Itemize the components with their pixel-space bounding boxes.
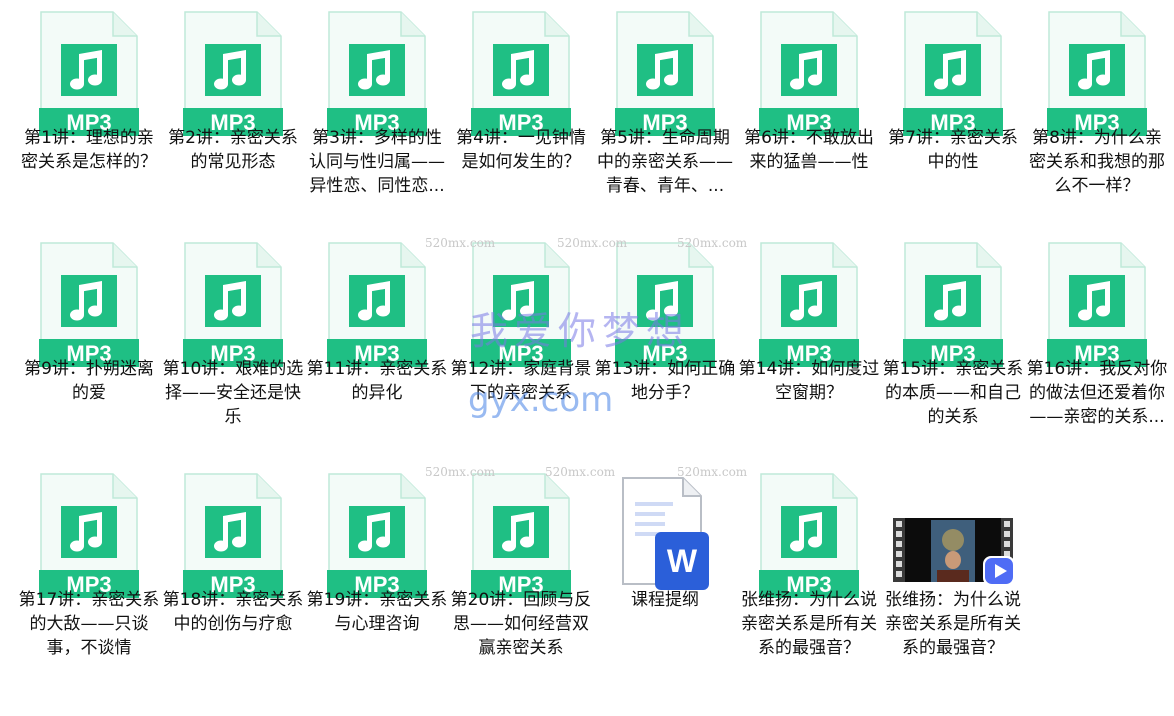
file-icon: MP3: [39, 472, 139, 598]
mp3-file-icon: MP3: [759, 11, 859, 136]
file-icon: MP3: [183, 241, 283, 367]
file-icon: MP3: [39, 10, 139, 136]
file-icon: MP3: [471, 472, 571, 598]
file-item[interactable]: MP3 第17讲：亲密关系的大敌——只谈事，不谈情: [17, 462, 161, 692]
file-item[interactable]: MP3 第14讲：如何度过空窗期？: [737, 231, 881, 461]
file-icon: MP3: [759, 472, 859, 598]
file-icon: MP3: [183, 10, 283, 136]
file-icon: MP3: [327, 472, 427, 598]
mp3-file-icon: MP3: [471, 242, 571, 367]
file-icon: MP3: [903, 10, 1003, 136]
file-icon: MP3: [471, 10, 571, 136]
mp3-file-icon: MP3: [1047, 11, 1147, 136]
file-item[interactable]: MP3 第20讲：回顾与反思——如何经营双赢亲密关系: [449, 462, 593, 692]
file-item[interactable]: MP3 第8讲：为什么亲密关系和我想的那么不一样？: [1025, 0, 1169, 230]
file-item[interactable]: MP3 第10讲：艰难的选择——安全还是快乐: [161, 231, 305, 461]
mp3-file-icon: MP3: [759, 473, 859, 598]
mp3-file-icon: MP3: [615, 11, 715, 136]
file-item[interactable]: MP3 第7讲：亲密关系中的性: [881, 0, 1025, 230]
file-name-label: 第4讲：一见钟情是如何发生的？: [456, 128, 586, 172]
mp3-file-icon: MP3: [183, 473, 283, 598]
file-name-label: 第14讲：如何度过空窗期？: [738, 359, 880, 403]
mp3-file-icon: MP3: [327, 242, 427, 367]
file-grid: MP3 第1讲：理想的亲密关系是怎样的？ MP3 第2讲：亲密关系的常见形态 MP3 第3…: [0, 0, 1174, 716]
file-name-label: 第2讲：亲密关系的常见形态: [168, 128, 298, 172]
file-name-label: 第18讲：亲密关系中的创伤与疗愈: [162, 590, 304, 634]
file-item[interactable]: MP3 第4讲：一见钟情是如何发生的？: [449, 0, 593, 230]
file-name-label: 第19讲：亲密关系与心理咨询: [306, 590, 448, 634]
file-item[interactable]: MP3 第13讲：如何正确地分手？: [593, 231, 737, 461]
file-icon: [893, 472, 1015, 598]
mp3-file-icon: MP3: [183, 11, 283, 136]
mp3-file-icon: MP3: [39, 242, 139, 367]
file-item[interactable]: MP3 第16讲：我反对你的做法但还爱着你——亲密的关系...: [1025, 231, 1169, 461]
file-item[interactable]: MP3 第12讲：家庭背景下的亲密关系: [449, 231, 593, 461]
file-name-label: 张维扬：为什么说亲密关系是所有关系的最强音？: [741, 590, 877, 658]
mp3-file-icon: MP3: [759, 242, 859, 367]
file-name-label: 第5讲：生命周期中的亲密关系——青春、青年、...: [597, 128, 733, 196]
file-name-label: 第15讲：亲密关系的本质——和自己的关系: [882, 359, 1024, 427]
file-name-label: 第16讲：我反对你的做法但还爱着你——亲密的关系...: [1026, 359, 1168, 427]
file-item[interactable]: MP3 第9讲：扑朔迷离的爱: [17, 231, 161, 461]
file-icon: MP3: [1047, 241, 1147, 367]
file-name-label: 第6讲：不敢放出来的猛兽——性: [744, 128, 874, 172]
file-item[interactable]: MP3 第1讲：理想的亲密关系是怎样的？: [17, 0, 161, 230]
file-icon: MP3: [615, 10, 715, 136]
file-item[interactable]: MP3 第18讲：亲密关系中的创伤与疗愈: [161, 462, 305, 692]
file-item[interactable]: MP3 第3讲：多样的性认同与性归属——异性恋、同性恋...: [305, 0, 449, 230]
svg-text:W: W: [667, 543, 698, 579]
file-icon: MP3: [615, 241, 715, 367]
file-name-label: 第1讲：理想的亲密关系是怎样的？: [21, 128, 157, 172]
file-name-label: 第13讲：如何正确地分手？: [594, 359, 736, 403]
file-name-label: 第11讲：亲密关系的异化: [306, 359, 448, 403]
mp3-file-icon: MP3: [903, 242, 1003, 367]
file-name-label: 第8讲：为什么亲密关系和我想的那么不一样？: [1029, 128, 1165, 196]
file-name-label: 第12讲：家庭背景下的亲密关系: [450, 359, 592, 403]
file-name-label: 第3讲：多样的性认同与性归属——异性恋、同性恋...: [309, 128, 445, 196]
video-thumbnail-icon: [893, 518, 1015, 586]
file-name-label: 第7讲：亲密关系中的性: [888, 128, 1018, 172]
file-item[interactable]: MP3 第2讲：亲密关系的常见形态: [161, 0, 305, 230]
file-name-label: 第9讲：扑朔迷离的爱: [24, 359, 154, 403]
file-name-label: 张维扬：为什么说亲密关系是所有关系的最强音？: [885, 590, 1021, 658]
file-item[interactable]: MP3 第5讲：生命周期中的亲密关系——青春、青年、...: [593, 0, 737, 230]
mp3-file-icon: MP3: [615, 242, 715, 367]
file-icon: MP3: [471, 241, 571, 367]
file-item[interactable]: MP3 第11讲：亲密关系的异化: [305, 231, 449, 461]
file-item[interactable]: W 课程提纲: [593, 462, 737, 692]
file-item[interactable]: MP3 第15讲：亲密关系的本质——和自己的关系: [881, 231, 1025, 461]
file-name-label: 第17讲：亲密关系的大敌——只谈事，不谈情: [18, 590, 160, 658]
file-item[interactable]: MP3 张维扬：为什么说亲密关系是所有关系的最强音？: [737, 462, 881, 692]
mp3-file-icon: MP3: [39, 473, 139, 598]
mp3-file-icon: MP3: [327, 473, 427, 598]
file-icon: W: [615, 472, 715, 598]
mp3-file-icon: MP3: [471, 473, 571, 598]
file-name-label: 第20讲：回顾与反思——如何经营双赢亲密关系: [450, 590, 592, 658]
mp3-file-icon: MP3: [903, 11, 1003, 136]
file-icon: MP3: [759, 10, 859, 136]
word-document-icon: W: [622, 477, 709, 590]
file-name-label: 第10讲：艰难的选择——安全还是快乐: [162, 359, 304, 427]
file-item[interactable]: MP3 第6讲：不敢放出来的猛兽——性: [737, 0, 881, 230]
mp3-file-icon: MP3: [1047, 242, 1147, 367]
file-name-label: 课程提纲: [631, 590, 699, 610]
file-icon: MP3: [1047, 10, 1147, 136]
mp3-file-icon: MP3: [327, 11, 427, 136]
file-icon: MP3: [183, 472, 283, 598]
file-icon: MP3: [327, 241, 427, 367]
file-icon: MP3: [327, 10, 427, 136]
mp3-file-icon: MP3: [183, 242, 283, 367]
mp3-file-icon: MP3: [471, 11, 571, 136]
file-icon: MP3: [903, 241, 1003, 367]
file-item[interactable]: MP3 第19讲：亲密关系与心理咨询: [305, 462, 449, 692]
file-icon: MP3: [759, 241, 859, 367]
file-icon: MP3: [39, 241, 139, 367]
mp3-file-icon: MP3: [39, 11, 139, 136]
file-item[interactable]: 张维扬：为什么说亲密关系是所有关系的最强音？: [881, 462, 1025, 692]
